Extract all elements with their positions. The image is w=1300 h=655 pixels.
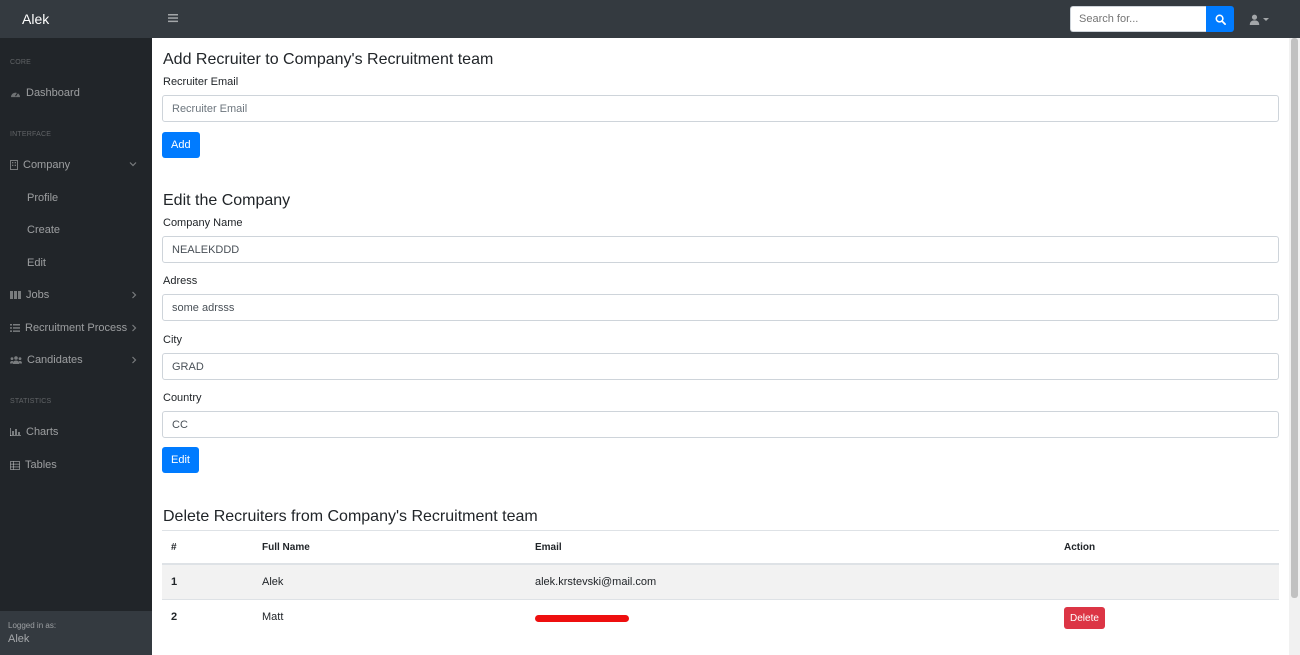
table-row: 2 Matt Delete (162, 600, 1279, 634)
search-button[interactable] (1206, 6, 1234, 32)
column-header-action: Action (1064, 542, 1096, 553)
sidebar-heading-statistics: STATISTICS (10, 398, 52, 405)
column-header-email: Email (535, 542, 562, 553)
logged-in-user: Alek (8, 633, 30, 645)
recruiter-email-label: Recruiter Email (163, 76, 239, 88)
address-label: Adress (163, 275, 198, 287)
hamburger-icon (168, 14, 178, 23)
top-navbar: Alek (0, 0, 1300, 38)
company-name-input[interactable] (162, 236, 1279, 263)
sidebar-subitem-edit[interactable]: Edit (27, 254, 46, 272)
sidebar-item-label: Tables (25, 459, 57, 471)
sidebar: CORE Dashboard INTERFACE Company Profile… (0, 38, 152, 655)
chevron-right-icon (132, 291, 137, 299)
chevron-down-icon (129, 162, 137, 167)
users-icon (10, 356, 22, 364)
building-icon (10, 160, 18, 170)
row-email: alek.krstevski@mail.com (535, 576, 657, 588)
bar-chart-icon (10, 428, 21, 436)
sidebar-footer: Logged in as: Alek (0, 611, 152, 655)
column-header-number: # (171, 542, 177, 553)
tachometer-icon (11, 91, 20, 97)
sidebar-item-label: Company (23, 159, 71, 171)
sidebar-heading-interface: INTERFACE (10, 131, 52, 138)
add-recruiter-button[interactable]: Add (162, 132, 200, 158)
row-number: 1 (171, 576, 178, 588)
recruiter-email-input[interactable] (162, 95, 1279, 122)
country-input[interactable] (162, 411, 1279, 438)
user-icon (1249, 14, 1260, 25)
search-input[interactable] (1070, 6, 1206, 32)
sidebar-subitem-create[interactable]: Create (27, 221, 60, 239)
brand-logo[interactable]: Alek (22, 11, 49, 27)
row-full-name: Matt (262, 611, 284, 623)
delete-recruiter-button[interactable]: Delete (1064, 607, 1105, 629)
sidebar-heading-core: CORE (10, 59, 32, 66)
scrollbar[interactable] (1289, 38, 1300, 655)
columns-icon (10, 291, 21, 299)
chevron-right-icon (132, 356, 137, 364)
column-header-full-name: Full Name (262, 542, 310, 553)
row-full-name: Alek (262, 576, 284, 588)
row-number: 2 (171, 611, 178, 623)
main-content: Add Recruiter to Company's Recruitment t… (152, 38, 1289, 655)
sidebar-item-label: Charts (26, 426, 59, 438)
sidebar-item-candidates[interactable]: Candidates (10, 351, 144, 369)
user-dropdown-button[interactable] (1249, 11, 1275, 27)
sidebar-item-company[interactable]: Company (10, 156, 144, 174)
table-icon (10, 460, 20, 470)
table-row: 1 Alek alek.krstevski@mail.com (162, 565, 1279, 599)
chevron-right-icon (132, 324, 137, 332)
sidebar-item-dashboard[interactable]: Dashboard (10, 84, 144, 102)
sidebar-item-label: Recruitment Process (25, 322, 128, 334)
redacted-email-mark (535, 615, 629, 622)
city-label: City (163, 334, 182, 346)
sidebar-subitem-profile[interactable]: Profile (27, 189, 58, 207)
sidebar-item-tables[interactable]: Tables (10, 456, 144, 474)
address-input[interactable] (162, 294, 1279, 321)
sidebar-item-charts[interactable]: Charts (10, 423, 144, 441)
sidebar-item-jobs[interactable]: Jobs (10, 286, 144, 304)
company-name-label: Company Name (163, 217, 243, 229)
delete-recruiters-title: Delete Recruiters from Company's Recruit… (163, 508, 538, 525)
edit-company-title: Edit the Company (163, 192, 291, 209)
sidebar-item-label: Dashboard (26, 87, 80, 99)
sidebar-item-label: Jobs (26, 289, 50, 301)
scrollbar-thumb[interactable] (1291, 38, 1298, 598)
search-icon (1215, 14, 1226, 25)
sidebar-item-label: Candidates (27, 354, 83, 366)
add-recruiter-title: Add Recruiter to Company's Recruitment t… (163, 51, 494, 68)
country-label: Country (163, 392, 202, 404)
chevron-down-icon (1263, 17, 1269, 21)
logged-in-label: Logged in as: (8, 621, 57, 630)
sidebar-toggle-button[interactable] (168, 11, 178, 26)
edit-company-button[interactable]: Edit (162, 447, 199, 473)
list-icon (10, 324, 20, 332)
city-input[interactable] (162, 353, 1279, 380)
sidebar-item-recruitment-process[interactable]: Recruitment Process (10, 319, 144, 337)
